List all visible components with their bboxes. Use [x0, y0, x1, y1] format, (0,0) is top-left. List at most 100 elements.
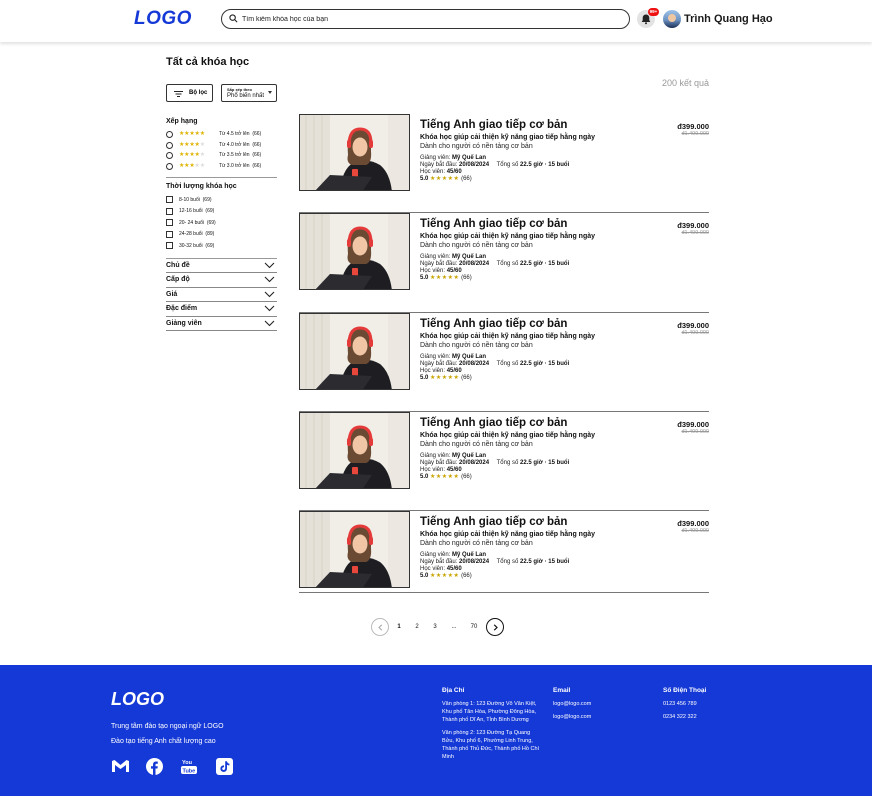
course-thumbnail[interactable] [299, 511, 410, 589]
address-1: Văn phòng 1: 123 Đường Võ Văn Kiệt, Khu … [442, 701, 537, 723]
accordion-label: Giá [166, 290, 178, 298]
duration-option[interactable]: 20- 24 buổi (69) [166, 218, 277, 230]
chevron-down-icon [264, 320, 275, 327]
filter-icon [174, 91, 183, 97]
top-header: LOGO 99+ Trình Quang Hạo [0, 0, 872, 42]
course-start-date: 20/08/2024 [459, 459, 490, 466]
course-old-price: đ1.499.000 [681, 428, 709, 435]
rating-option[interactable]: ★★★★★ Từ 4.0 trở lên (66) [166, 141, 277, 152]
accordion-label: Đặc điểm [166, 305, 198, 313]
divider [166, 177, 277, 178]
gmail-icon[interactable] [111, 758, 130, 774]
filter-accordion[interactable]: Đặc điểm [166, 302, 277, 317]
sort-value: Phổ biến nhất [227, 93, 265, 99]
prev-page-button[interactable] [371, 618, 389, 636]
course-thumbnail[interactable] [299, 213, 410, 291]
course-title[interactable]: Tiếng Anh giao tiếp cơ bản [420, 218, 567, 230]
address-2: Văn phòng 2: 123 Đường Tạ Quang Bửu, Khu… [442, 730, 540, 760]
page-1[interactable]: 1 [393, 618, 405, 636]
sort-dropdown[interactable]: Sắp xếp theo Phổ biến nhất [221, 84, 277, 102]
page-3[interactable]: 3 [429, 618, 441, 636]
phone-title: Số Điện Thoại [663, 687, 707, 694]
course-thumbnail[interactable] [299, 114, 410, 191]
radio-button[interactable] [166, 152, 173, 159]
duration-option[interactable]: 30-32 buổi (69) [166, 241, 277, 253]
course-thumbnail-image [300, 412, 409, 488]
course-price: đ399.000 [677, 221, 709, 231]
course-teacher: Mỹ Quế Lan [452, 155, 487, 161]
footer-logo[interactable]: LOGO [111, 689, 164, 710]
course-title[interactable]: Tiếng Anh giao tiếp cơ bản [420, 516, 567, 528]
course-meta: Giảng viên: Mỹ Quế Lan Ngày bắt đầu: 20/… [420, 254, 570, 282]
avatar[interactable] [663, 10, 681, 28]
course-thumbnail-image [300, 214, 409, 290]
course-title[interactable]: Tiếng Anh giao tiếp cơ bản [420, 417, 567, 429]
course-price: đ399.000 [677, 519, 709, 529]
course-reviews: (66) [461, 573, 472, 580]
checkbox[interactable] [166, 219, 173, 226]
course-price: đ399.000 [677, 320, 709, 330]
tiktok-icon[interactable] [216, 758, 233, 775]
filter-accordion[interactable]: Giảng viên [166, 317, 277, 332]
course-title[interactable]: Tiếng Anh giao tiếp cơ bản [420, 318, 567, 330]
search-icon [229, 14, 238, 23]
course-reviews: (66) [461, 374, 472, 381]
course-thumbnail[interactable] [299, 411, 410, 489]
rating-option[interactable]: ★★★★★ Từ 3.0 trở lên (66) [166, 162, 277, 173]
course-rating: 5.0 [420, 374, 429, 381]
duration-option[interactable]: 12-16 buổi (69) [166, 207, 277, 219]
radio-button[interactable] [166, 162, 173, 170]
search-input[interactable] [242, 12, 612, 26]
user-name[interactable]: Trình Quang Hạo [684, 13, 773, 25]
course-teacher: Mỹ Quế Lan [452, 552, 487, 559]
course-card[interactable]: Tiếng Anh giao tiếp cơ bản Khóa học giúp… [299, 312, 709, 412]
course-card[interactable]: Tiếng Anh giao tiếp cơ bản Khóa học giúp… [299, 511, 709, 594]
course-thumbnail[interactable] [299, 312, 410, 390]
phone-column: Số Điện Thoại 0123 456 789 0234 322 322 [663, 687, 753, 726]
page-70[interactable]: 70 [468, 618, 480, 636]
phone-1[interactable]: 0123 456 789 [663, 700, 753, 708]
duration-option-label: 12-16 buổi (69) [179, 208, 215, 214]
logo[interactable]: LOGO [134, 8, 192, 30]
filter-accordion[interactable]: Cấp độ [166, 273, 277, 288]
duration-option[interactable]: 8-10 buổi (69) [166, 195, 277, 207]
filter-accordion[interactable]: Giá [166, 288, 277, 303]
email-2[interactable]: logo@logo.com [553, 713, 643, 721]
course-price: đ399.000 [677, 419, 709, 429]
course-title[interactable]: Tiếng Anh giao tiếp cơ bản [420, 119, 567, 131]
page-2[interactable]: 2 [411, 618, 423, 636]
duration-option[interactable]: 24-28 buổi (89) [166, 230, 277, 242]
checkbox[interactable] [166, 230, 173, 238]
filter-accordion[interactable]: Chủ đề [166, 259, 277, 274]
radio-button[interactable] [166, 141, 173, 149]
next-page-button[interactable] [486, 618, 504, 636]
course-card[interactable]: Tiếng Anh giao tiếp cơ bản Khóa học giúp… [299, 411, 709, 512]
rating-option[interactable]: ★★★★★ Từ 4.5 trở lên (66) [166, 130, 277, 141]
email-1[interactable]: logo@logo.com [553, 700, 643, 708]
search-bar[interactable] [221, 9, 630, 29]
checkbox[interactable] [166, 196, 173, 203]
checkbox[interactable] [166, 242, 173, 249]
accordion-label: Chủ đề [166, 261, 190, 269]
phone-2[interactable]: 0234 322 322 [663, 713, 753, 721]
course-card[interactable]: Tiếng Anh giao tiếp cơ bản Khóa học giúp… [299, 114, 709, 214]
course-teacher: Mỹ Quế Lan [452, 254, 487, 261]
duration-filter-title: Thời lượng khóa học [166, 183, 237, 190]
star-rating-icon: ★★★★★ [430, 473, 460, 480]
course-rating: 5.0 [420, 176, 429, 182]
course-students: 45/60 [446, 268, 462, 275]
rating-option[interactable]: ★★★★★ Từ 3.5 trở lên (66) [166, 151, 277, 162]
facebook-icon[interactable] [146, 758, 163, 775]
checkbox[interactable] [166, 207, 173, 215]
course-audience: Dành cho người có nền tảng cơ bản [420, 242, 533, 250]
youtube-icon[interactable]: You Tube [181, 758, 197, 775]
course-students: 45/60 [446, 466, 462, 473]
course-card[interactable]: Tiếng Anh giao tiếp cơ bản Khóa học giúp… [299, 213, 709, 313]
radio-button[interactable] [166, 131, 173, 138]
course-price: đ399.000 [677, 122, 709, 131]
course-meta: Giảng viên: Mỹ Quế Lan Ngày bắt đầu: 20/… [420, 452, 570, 480]
footer: LOGO Trung tâm đào tạo ngoại ngữ LOGO Đà… [0, 665, 872, 796]
filter-button[interactable]: Bộ lọc [166, 84, 213, 102]
course-thumbnail-image [300, 313, 409, 389]
course-total: 22.5 giờ · 15 buổi [519, 459, 570, 466]
